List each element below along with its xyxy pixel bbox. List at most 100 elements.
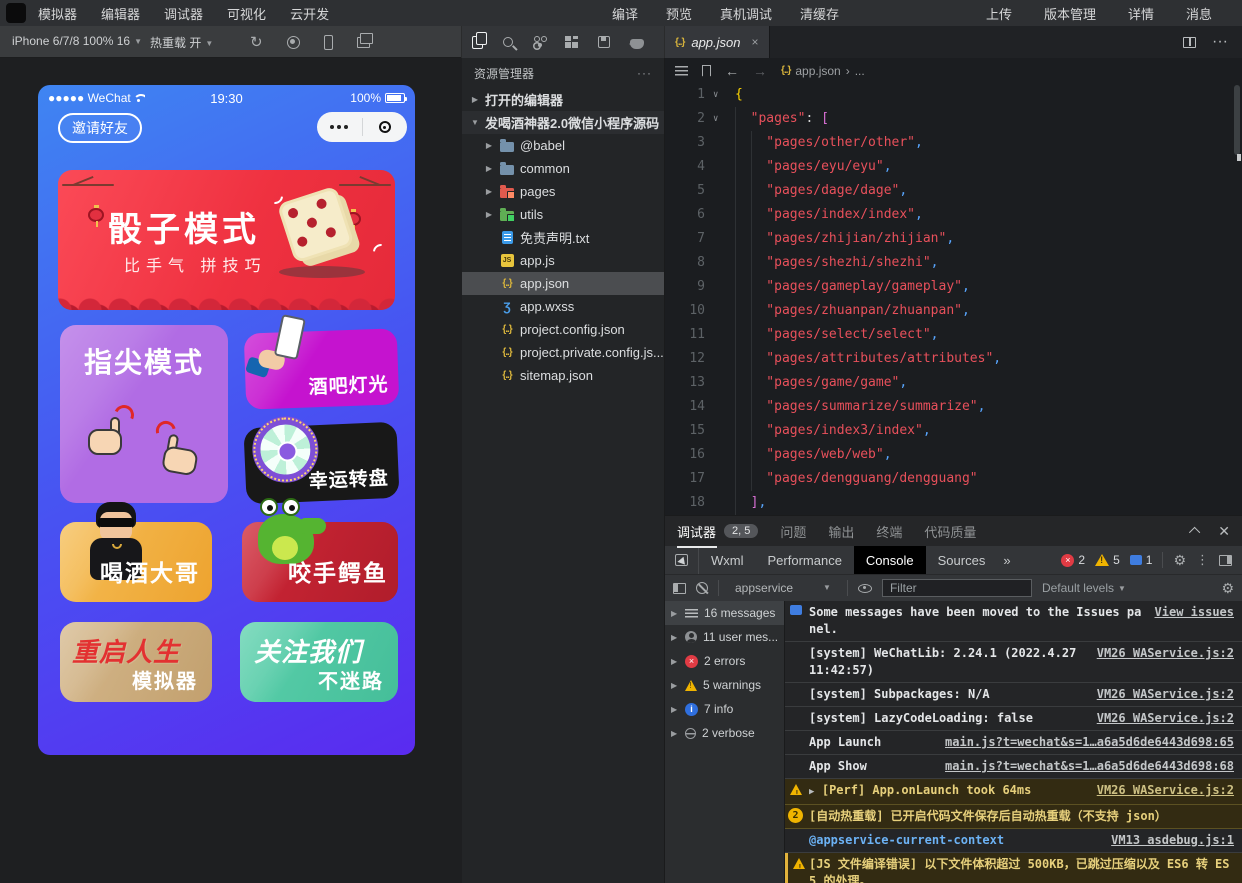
tab-代码质量[interactable]: 代码质量 bbox=[924, 522, 976, 541]
devtools-settings-icon[interactable]: ⚙ bbox=[1173, 552, 1186, 569]
code-line-3[interactable]: 3 "pages/other/other", bbox=[665, 131, 1232, 155]
editor-scrollbar[interactable] bbox=[1232, 83, 1242, 515]
inspect-element-icon[interactable] bbox=[675, 554, 688, 566]
code-area[interactable]: 1∨{2∨ "pages": [3 "pages/other/other",4 … bbox=[665, 83, 1232, 515]
explorer-item-common[interactable]: ▶common bbox=[462, 157, 664, 180]
menu-item-可视化[interactable]: 可视化 bbox=[227, 4, 266, 23]
tab-输出[interactable]: 输出 bbox=[828, 522, 854, 541]
explorer-item-app.json[interactable]: {..}app.json bbox=[462, 272, 664, 295]
close-panel-icon[interactable]: ✕ bbox=[1218, 523, 1230, 540]
hot-reload-selector[interactable]: 热重载 开▼ bbox=[150, 34, 213, 51]
more-tabs-icon[interactable]: » bbox=[997, 553, 1016, 568]
teapot-icon[interactable] bbox=[630, 39, 644, 49]
console-settings-icon[interactable]: ⚙ bbox=[1221, 580, 1234, 597]
fold-caret-icon[interactable]: ∨ bbox=[713, 83, 718, 107]
collapse-panel-icon[interactable] bbox=[1189, 527, 1200, 538]
window-icon[interactable] bbox=[598, 36, 610, 48]
menu-item-预览[interactable]: 预览 bbox=[666, 4, 692, 23]
menu-item-消息[interactable]: 消息 bbox=[1186, 4, 1212, 23]
multi-window-icon[interactable] bbox=[357, 37, 370, 48]
breadcrumb-more[interactable]: ... bbox=[855, 64, 865, 78]
source-link[interactable]: VM13 asdebug.js:1 bbox=[1111, 832, 1234, 849]
code-line-1[interactable]: 1∨{ bbox=[665, 83, 1232, 107]
code-line-8[interactable]: 8 "pages/shezhi/shezhi", bbox=[665, 251, 1232, 275]
outline-icon[interactable] bbox=[675, 66, 688, 76]
source-link[interactable]: VM26 WAService.js:2 bbox=[1097, 645, 1234, 662]
console-filter-input[interactable]: Filter bbox=[882, 579, 1032, 597]
bookmark-icon[interactable] bbox=[702, 65, 711, 77]
console-sidebar-2-errors[interactable]: ▶×2 errors bbox=[665, 649, 784, 673]
vconsole-phone-icon[interactable] bbox=[324, 35, 333, 50]
clear-console-icon[interactable] bbox=[696, 582, 708, 594]
tile-follow-us[interactable]: 关注我们 不迷路 bbox=[240, 622, 398, 702]
menu-item-详情[interactable]: 详情 bbox=[1128, 4, 1154, 23]
tile-restart-life[interactable]: 重启人生 模拟器 bbox=[60, 622, 212, 702]
code-line-4[interactable]: 4 "pages/eyu/eyu", bbox=[665, 155, 1232, 179]
source-link[interactable]: VM26 WAService.js:2 bbox=[1097, 710, 1234, 727]
console-sidebar-11-user-mes...[interactable]: ▶11 user mes... bbox=[665, 625, 784, 649]
code-line-7[interactable]: 7 "pages/zhijian/zhijian", bbox=[665, 227, 1232, 251]
code-line-5[interactable]: 5 "pages/dage/dage", bbox=[665, 179, 1232, 203]
console-row[interactable]: 2[自动热重载] 已开启代码文件保存后自动热重载（不支持 json） bbox=[785, 805, 1242, 829]
code-line-2[interactable]: 2∨ "pages": [ bbox=[665, 107, 1232, 131]
console-sidebar-16-messages[interactable]: ▶16 messages bbox=[665, 601, 784, 625]
source-link[interactable]: main.js?t=wechat&s=1…a6a5d6de6443d698:65 bbox=[945, 734, 1234, 751]
console-row[interactable]: [JS 文件编译错误] 以下文件体积超过 500KB，已跳过压缩以及 ES6 转… bbox=[785, 853, 1242, 883]
tile-drink-bro[interactable]: 喝酒大哥 bbox=[60, 522, 212, 602]
explorer-item-pages[interactable]: ▶pages bbox=[462, 180, 664, 203]
code-line-16[interactable]: 16 "pages/web/web", bbox=[665, 443, 1232, 467]
devtools-tab-console[interactable]: Console bbox=[854, 546, 926, 574]
code-line-11[interactable]: 11 "pages/select/select", bbox=[665, 323, 1232, 347]
tab-终端[interactable]: 终端 bbox=[876, 522, 902, 541]
tile-bar-light[interactable]: 酒吧灯光 bbox=[244, 328, 400, 409]
tile-fingertip-mode[interactable]: 指尖模式 bbox=[60, 325, 228, 503]
console-row[interactable]: ▶ [Perf] App.onLaunch took 64msVM26 WASe… bbox=[785, 779, 1242, 805]
capsule-close-icon[interactable] bbox=[363, 121, 408, 133]
restart-icon[interactable]: ↻ bbox=[250, 33, 263, 51]
devtools-tab-wxml[interactable]: Wxml bbox=[699, 546, 756, 574]
error-count[interactable]: ×2 bbox=[1061, 553, 1085, 567]
explorer-item-sitemap.json[interactable]: {..}sitemap.json bbox=[462, 364, 664, 387]
console-row[interactable]: App Launchmain.js?t=wechat&s=1…a6a5d6de6… bbox=[785, 731, 1242, 755]
code-line-9[interactable]: 9 "pages/gameplay/gameplay", bbox=[665, 275, 1232, 299]
extensions-icon[interactable] bbox=[565, 36, 578, 49]
devtools-menu-icon[interactable]: ⋮ bbox=[1196, 552, 1209, 568]
invite-friends-button[interactable]: 邀请好友 bbox=[58, 113, 142, 143]
console-sidebar-2-verbose[interactable]: ▶2 verbose bbox=[665, 721, 784, 745]
expand-arrow-icon[interactable]: ▶ bbox=[809, 787, 820, 797]
toggle-sidebar-icon[interactable] bbox=[673, 583, 686, 594]
tile-bite-crocodile[interactable]: 咬手鳄鱼 bbox=[242, 522, 398, 602]
split-editor-icon[interactable] bbox=[1183, 37, 1196, 48]
explorer-item-@babel[interactable]: ▶@babel bbox=[462, 134, 664, 157]
console-row[interactable]: @appservice-current-contextVM13 asdebug.… bbox=[785, 829, 1242, 853]
menu-item-模拟器[interactable]: 模拟器 bbox=[38, 4, 77, 23]
menu-item-版本管理[interactable]: 版本管理 bbox=[1044, 4, 1096, 23]
source-link[interactable]: VM26 WAService.js:2 bbox=[1097, 782, 1234, 799]
open-editors-section[interactable]: ▶ 打开的编辑器 bbox=[462, 88, 664, 111]
code-line-18[interactable]: 18 ], bbox=[665, 491, 1232, 515]
source-control-icon[interactable] bbox=[533, 35, 545, 49]
code-line-15[interactable]: 15 "pages/index3/index", bbox=[665, 419, 1232, 443]
back-arrow-icon[interactable]: ← bbox=[725, 63, 739, 79]
forward-arrow-icon[interactable]: → bbox=[753, 63, 767, 79]
tab-debugger[interactable]: 调试器 2, 5 bbox=[677, 522, 758, 541]
explorer-item-utils[interactable]: ▶utils bbox=[462, 203, 664, 226]
explorer-item-app.wxss[interactable]: Ʒapp.wxss bbox=[462, 295, 664, 318]
explorer-item-app.js[interactable]: JSapp.js bbox=[462, 249, 664, 272]
code-line-10[interactable]: 10 "pages/zhuanpan/zhuanpan", bbox=[665, 299, 1232, 323]
breadcrumb-file[interactable]: app.json bbox=[795, 64, 840, 78]
code-line-13[interactable]: 13 "pages/game/game", bbox=[665, 371, 1232, 395]
project-root-folder[interactable]: ▼ 发喝酒神器2.0微信小程序源码 bbox=[462, 111, 664, 134]
warning-count[interactable]: 5 bbox=[1095, 553, 1120, 567]
code-line-17[interactable]: 17 "pages/dengguang/dengguang" bbox=[665, 467, 1232, 491]
tab-问题[interactable]: 问题 bbox=[780, 522, 806, 541]
capsule-more-icon[interactable] bbox=[317, 125, 362, 129]
code-line-6[interactable]: 6 "pages/index/index", bbox=[665, 203, 1232, 227]
console-sidebar-7-info[interactable]: ▶i7 info bbox=[665, 697, 784, 721]
record-icon[interactable] bbox=[287, 36, 300, 49]
menu-item-清缓存[interactable]: 清缓存 bbox=[800, 4, 839, 23]
tile-lucky-wheel[interactable]: 幸运转盘 bbox=[243, 422, 399, 505]
files-icon[interactable] bbox=[472, 36, 483, 49]
console-sidebar-5-warnings[interactable]: ▶5 warnings bbox=[665, 673, 784, 697]
console-row[interactable]: Some messages have been moved to the Iss… bbox=[785, 601, 1242, 642]
